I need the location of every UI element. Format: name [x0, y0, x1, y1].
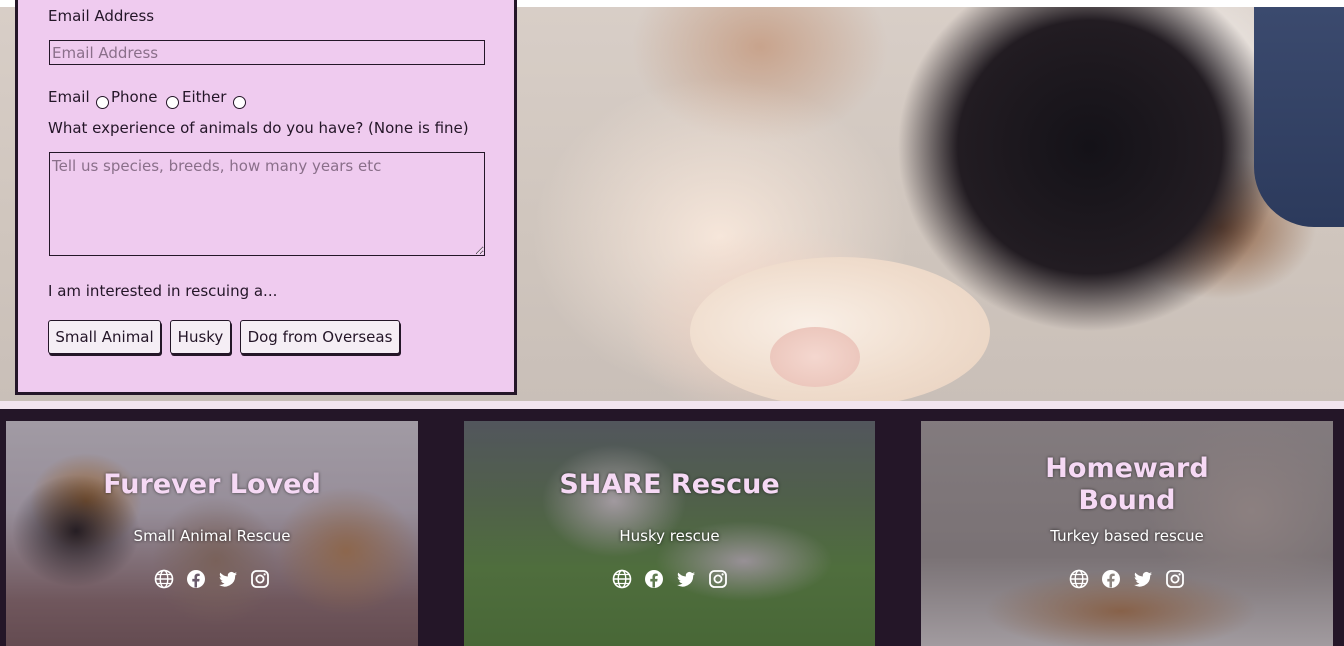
instagram-icon[interactable]: [1165, 569, 1185, 589]
card-title: SHARE Rescue: [559, 469, 780, 500]
social-links: [6, 569, 418, 589]
email-label: Email Address: [48, 7, 155, 25]
section-divider: [0, 401, 1344, 409]
instagram-icon[interactable]: [250, 569, 270, 589]
adoption-form: Email Address Email Phone Either What ex…: [15, 0, 517, 395]
rescue-card-share-rescue: SHARE Rescue Husky rescue: [464, 421, 875, 646]
small-animal-button[interactable]: Small Animal: [48, 320, 161, 354]
contact-either-radio[interactable]: [233, 96, 246, 109]
rescue-card-homeward-bound: Homeward Bound Turkey based rescue: [921, 421, 1333, 646]
husky-button[interactable]: Husky: [170, 320, 231, 354]
card-title: Furever Loved: [103, 469, 321, 500]
facebook-icon[interactable]: [644, 569, 664, 589]
contact-option-phone-label: Phone: [111, 88, 158, 106]
contact-email-radio[interactable]: [96, 96, 109, 109]
card-title-line-1: Homeward: [1045, 453, 1209, 484]
social-links: [464, 569, 875, 589]
experience-label: What experience of animals do you have? …: [48, 119, 469, 137]
rescue-card-furever-loved: Furever Loved Small Animal Rescue: [6, 421, 418, 646]
facebook-icon[interactable]: [1101, 569, 1121, 589]
card-title-line-2: Bound: [1078, 485, 1176, 516]
facebook-icon[interactable]: [186, 569, 206, 589]
contact-option-email-label: Email: [48, 88, 90, 106]
contact-phone-radio[interactable]: [166, 96, 179, 109]
instagram-icon[interactable]: [708, 569, 728, 589]
globe-icon[interactable]: [1069, 569, 1089, 589]
globe-icon[interactable]: [612, 569, 632, 589]
social-links: [921, 569, 1333, 589]
card-subtitle: Turkey based rescue: [1050, 527, 1204, 545]
interest-label: I am interested in rescuing a...: [48, 282, 278, 300]
twitter-icon[interactable]: [218, 569, 238, 589]
email-input[interactable]: [49, 40, 485, 65]
contact-option-either-label: Either: [182, 88, 227, 106]
twitter-icon[interactable]: [1133, 569, 1153, 589]
card-subtitle: Small Animal Rescue: [133, 527, 291, 545]
twitter-icon[interactable]: [676, 569, 696, 589]
experience-textarea[interactable]: [49, 152, 485, 256]
dog-from-overseas-button[interactable]: Dog from Overseas: [240, 320, 400, 354]
card-subtitle: Husky rescue: [619, 527, 720, 545]
globe-icon[interactable]: [154, 569, 174, 589]
